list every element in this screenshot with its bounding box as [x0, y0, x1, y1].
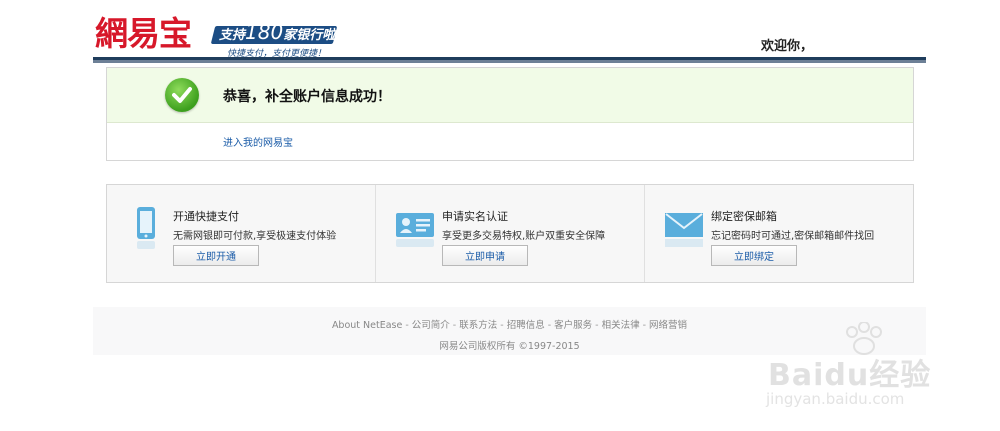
service-real-name-auth: 申请实名认证 享受更多交易特权,账户双重安全保障 立即申请: [375, 185, 644, 282]
success-title: 恭喜，补全账户信息成功！: [223, 89, 391, 105]
service-description: 无需网银即可付款,享受极速支付体验: [173, 231, 337, 242]
footer-link-about[interactable]: About NetEase: [332, 320, 402, 331]
promo-main-text: 支持180家银行啦!: [219, 20, 341, 44]
footer-link-customer-service[interactable]: 客户服务: [554, 320, 592, 331]
header-divider: [93, 57, 926, 63]
envelope-icon: [665, 205, 705, 251]
promo-number: 180: [245, 20, 284, 44]
footer-link-jobs[interactable]: 招聘信息: [507, 320, 545, 331]
id-card-icon: [396, 205, 436, 251]
footer-link-legal[interactable]: 相关法律: [602, 320, 640, 331]
success-panel: 恭喜，补全账户信息成功！ 进入我的网易宝: [106, 67, 914, 161]
service-description: 忘记密码时可通过,密保邮箱邮件找回: [711, 231, 875, 242]
promo-prefix: 支持: [219, 28, 246, 43]
service-title: 开通快捷支付: [173, 210, 239, 223]
open-quick-pay-button[interactable]: 立即开通: [173, 245, 259, 266]
phone-icon: [127, 205, 167, 251]
service-description: 享受更多交易特权,账户双重安全保障: [442, 231, 606, 242]
service-title: 申请实名认证: [442, 210, 508, 223]
service-title: 绑定密保邮箱: [711, 210, 777, 223]
service-bind-email: 绑定密保邮箱 忘记密码时可通过,密保邮箱邮件找回 立即绑定: [644, 185, 913, 282]
success-banner: 恭喜，补全账户信息成功！: [107, 68, 913, 123]
footer-link-marketing[interactable]: 网络营销: [649, 320, 687, 331]
watermark-url: jingyan.baidu.com: [766, 390, 905, 408]
enter-my-account-link[interactable]: 进入我的网易宝: [223, 134, 293, 149]
bind-email-button[interactable]: 立即绑定: [711, 245, 797, 266]
service-quick-pay: 开通快捷支付 无需网银即可付款,享受极速支付体验 立即开通: [107, 185, 375, 282]
checkmark-icon: [165, 78, 199, 112]
header: 網易宝 支持180家银行啦! 快捷支付，支付更便捷！ 欢迎你，: [93, 0, 926, 66]
promo-suffix: 家银行啦!: [283, 28, 342, 43]
baidu-watermark: Baidu经验 jingyan.baidu.com: [762, 320, 992, 420]
promo-badge: 支持180家银行啦! 快捷支付，支付更便捷！: [210, 20, 429, 59]
footer-link-contact[interactable]: 联系方法: [459, 320, 497, 331]
footer-link-company-profile[interactable]: 公司简介: [412, 320, 450, 331]
apply-real-name-button[interactable]: 立即申请: [442, 245, 528, 266]
netease-pay-logo[interactable]: 網易宝: [95, 14, 192, 54]
welcome-text: 欢迎你，: [761, 39, 814, 54]
watermark-brand: Baidu经验: [768, 358, 932, 393]
services-panel: 开通快捷支付 无需网银即可付款,享受极速支付体验 立即开通 申请实名认证 享受更…: [106, 184, 914, 283]
